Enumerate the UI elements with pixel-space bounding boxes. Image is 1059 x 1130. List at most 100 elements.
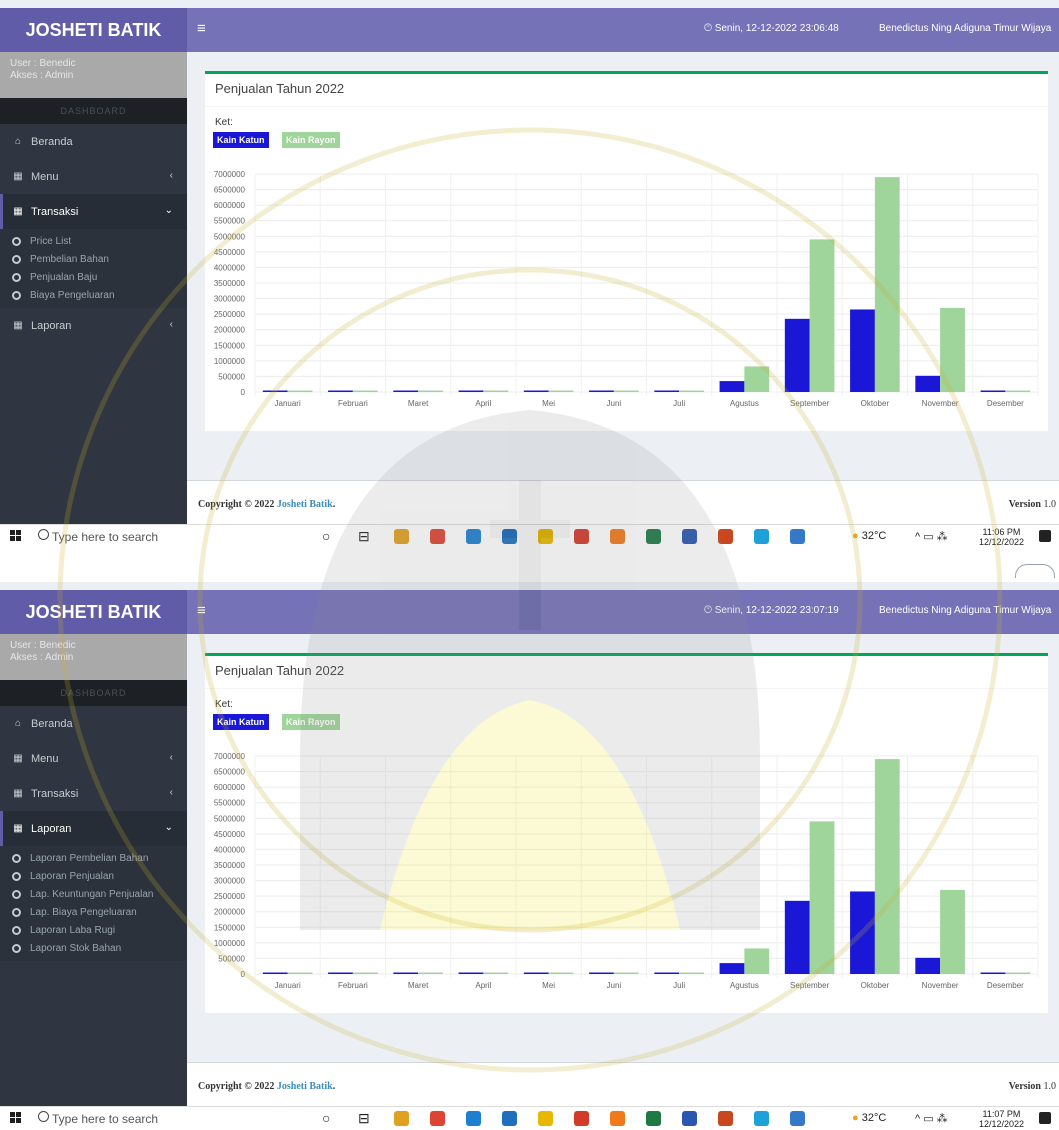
wps-icon[interactable]	[574, 529, 589, 544]
bar-kain-rayon-maret[interactable]	[418, 390, 443, 393]
bar-kain-katun-november[interactable]	[915, 375, 941, 392]
copyright-link[interactable]: Josheti Batik	[277, 499, 333, 510]
bar-kain-rayon-februari[interactable]	[352, 972, 378, 975]
powerpoint-icon[interactable]	[718, 529, 733, 544]
brand-logo[interactable]: JOSHETI BATIK	[0, 590, 187, 634]
bar-kain-rayon-maret[interactable]	[418, 972, 443, 975]
header-username[interactable]: Benedictus Ning Adiguna Timur Wijaya	[879, 23, 1051, 34]
bar-kain-katun-maret[interactable]	[393, 390, 419, 393]
bar-kain-katun-mei[interactable]	[523, 972, 549, 975]
bar-kain-rayon-desember[interactable]	[1005, 972, 1031, 975]
hamburger-icon[interactable]: ≡	[197, 20, 206, 37]
bar-kain-katun-februari[interactable]	[328, 390, 353, 393]
sidebar-item-beranda[interactable]: ⌂ Beranda	[0, 124, 187, 159]
edge-icon[interactable]	[466, 529, 481, 544]
bar-kain-katun-januari[interactable]	[262, 390, 288, 393]
bar-kain-katun-agustus[interactable]	[719, 963, 745, 974]
bar-kain-rayon-oktober[interactable]	[874, 759, 900, 974]
bar-kain-katun-april[interactable]	[458, 390, 484, 393]
bar-kain-katun-desember[interactable]	[980, 390, 1006, 393]
bar-kain-katun-september[interactable]	[784, 900, 810, 974]
bar-kain-rayon-september[interactable]	[809, 821, 835, 974]
sidebar-item-transaksi[interactable]: ▦ Transaksi ‹	[0, 776, 187, 811]
powerpoint-icon[interactable]	[718, 1111, 733, 1126]
submenu-item[interactable]: Laporan Pembelian Bahan	[0, 849, 187, 867]
bar-kain-rayon-mei[interactable]	[548, 390, 574, 393]
notification-icon[interactable]	[1039, 530, 1051, 542]
mail-icon[interactable]	[502, 529, 517, 544]
sidebar-item-menu[interactable]: ▦ Menu ‹	[0, 159, 187, 194]
weather-widget[interactable]: ● 32°C	[852, 530, 886, 542]
bar-kain-katun-juni[interactable]	[589, 972, 614, 975]
folder-icon[interactable]	[538, 529, 553, 544]
submenu-item[interactable]: Lap. Biaya Pengeluaran	[0, 903, 187, 921]
word-icon[interactable]	[682, 1111, 697, 1126]
bar-kain-katun-april[interactable]	[458, 972, 484, 975]
bar-kain-rayon-april[interactable]	[483, 972, 509, 975]
submenu-item[interactable]: Laporan Laba Rugi	[0, 921, 187, 939]
task-view-icon[interactable]: ⊟	[358, 1110, 370, 1127]
file-explorer-icon[interactable]	[394, 1111, 409, 1126]
edge-icon[interactable]	[466, 1111, 481, 1126]
app-icon[interactable]	[754, 529, 769, 544]
sidebar-item-beranda[interactable]: ⌂ Beranda	[0, 706, 187, 741]
task-view-icon[interactable]: ⊟	[358, 528, 370, 545]
bar-kain-rayon-desember[interactable]	[1005, 390, 1031, 393]
windows-start-icon[interactable]	[10, 530, 22, 542]
brand-logo[interactable]: JOSHETI BATIK	[0, 8, 187, 52]
bar-kain-katun-oktober[interactable]	[850, 309, 875, 392]
copyright-link[interactable]: Josheti Batik	[277, 1081, 333, 1092]
notification-icon[interactable]	[1039, 1112, 1051, 1124]
submenu-item[interactable]: Pembelian Bahan	[0, 250, 187, 268]
bar-kain-rayon-mei[interactable]	[548, 972, 574, 975]
tray-icons[interactable]: ^ ▭ ⁂	[915, 1112, 948, 1125]
xampp-icon[interactable]	[610, 529, 625, 544]
bar-kain-katun-januari[interactable]	[262, 972, 288, 975]
sidebar-item-laporan[interactable]: ▦ Laporan ‹	[0, 308, 187, 343]
photos-icon[interactable]	[790, 1111, 805, 1126]
submenu-item[interactable]: Penjualan Baju	[0, 268, 187, 286]
sidebar-item-menu[interactable]: ▦ Menu ‹	[0, 741, 187, 776]
chrome-icon[interactable]	[430, 1111, 445, 1126]
taskbar-search-input[interactable]: Type here to search	[34, 525, 189, 548]
browser-pill[interactable]	[1015, 564, 1055, 578]
taskbar-clock[interactable]: 11:07 PM 12/12/2022	[979, 1109, 1024, 1129]
bar-kain-rayon-september[interactable]	[809, 239, 835, 392]
cortana-icon[interactable]: ○	[322, 1110, 330, 1126]
tray-icons[interactable]: ^ ▭ ⁂	[915, 530, 948, 543]
bar-kain-rayon-juli[interactable]	[679, 390, 704, 393]
folder-icon[interactable]	[538, 1111, 553, 1126]
bar-kain-rayon-januari[interactable]	[287, 390, 313, 393]
taskbar-search-input[interactable]: Type here to search	[34, 1107, 189, 1130]
bar-kain-rayon-agustus[interactable]	[744, 366, 770, 392]
excel-icon[interactable]	[646, 529, 661, 544]
bar-kain-rayon-oktober[interactable]	[874, 177, 900, 392]
bar-kain-katun-maret[interactable]	[393, 972, 419, 975]
bar-kain-katun-desember[interactable]	[980, 972, 1006, 975]
bar-kain-rayon-november[interactable]	[940, 889, 965, 974]
hamburger-icon[interactable]: ≡	[197, 602, 206, 619]
bar-kain-katun-juli[interactable]	[654, 972, 680, 975]
bar-kain-rayon-november[interactable]	[940, 307, 965, 392]
bar-kain-rayon-juni[interactable]	[613, 390, 639, 393]
app-icon[interactable]	[754, 1111, 769, 1126]
photos-icon[interactable]	[790, 529, 805, 544]
submenu-item[interactable]: Laporan Stok Bahan	[0, 939, 187, 957]
mail-icon[interactable]	[502, 1111, 517, 1126]
bar-kain-rayon-januari[interactable]	[287, 972, 313, 975]
bar-kain-katun-september[interactable]	[784, 318, 810, 392]
bar-kain-rayon-juni[interactable]	[613, 972, 639, 975]
bar-kain-katun-juni[interactable]	[589, 390, 614, 393]
bar-kain-rayon-agustus[interactable]	[744, 948, 770, 974]
bar-kain-katun-februari[interactable]	[328, 972, 353, 975]
sidebar-item-laporan[interactable]: ▦ Laporan ⌄	[0, 811, 187, 846]
bar-kain-katun-mei[interactable]	[523, 390, 549, 393]
taskbar-clock[interactable]: 11:06 PM 12/12/2022	[979, 527, 1024, 547]
weather-widget[interactable]: ● 32°C	[852, 1112, 886, 1124]
xampp-icon[interactable]	[610, 1111, 625, 1126]
windows-start-icon[interactable]	[10, 1112, 22, 1124]
wps-icon[interactable]	[574, 1111, 589, 1126]
submenu-item[interactable]: Biaya Pengeluaran	[0, 286, 187, 304]
sidebar-item-transaksi[interactable]: ▦ Transaksi ⌄	[0, 194, 187, 229]
header-username[interactable]: Benedictus Ning Adiguna Timur Wijaya	[879, 605, 1051, 616]
